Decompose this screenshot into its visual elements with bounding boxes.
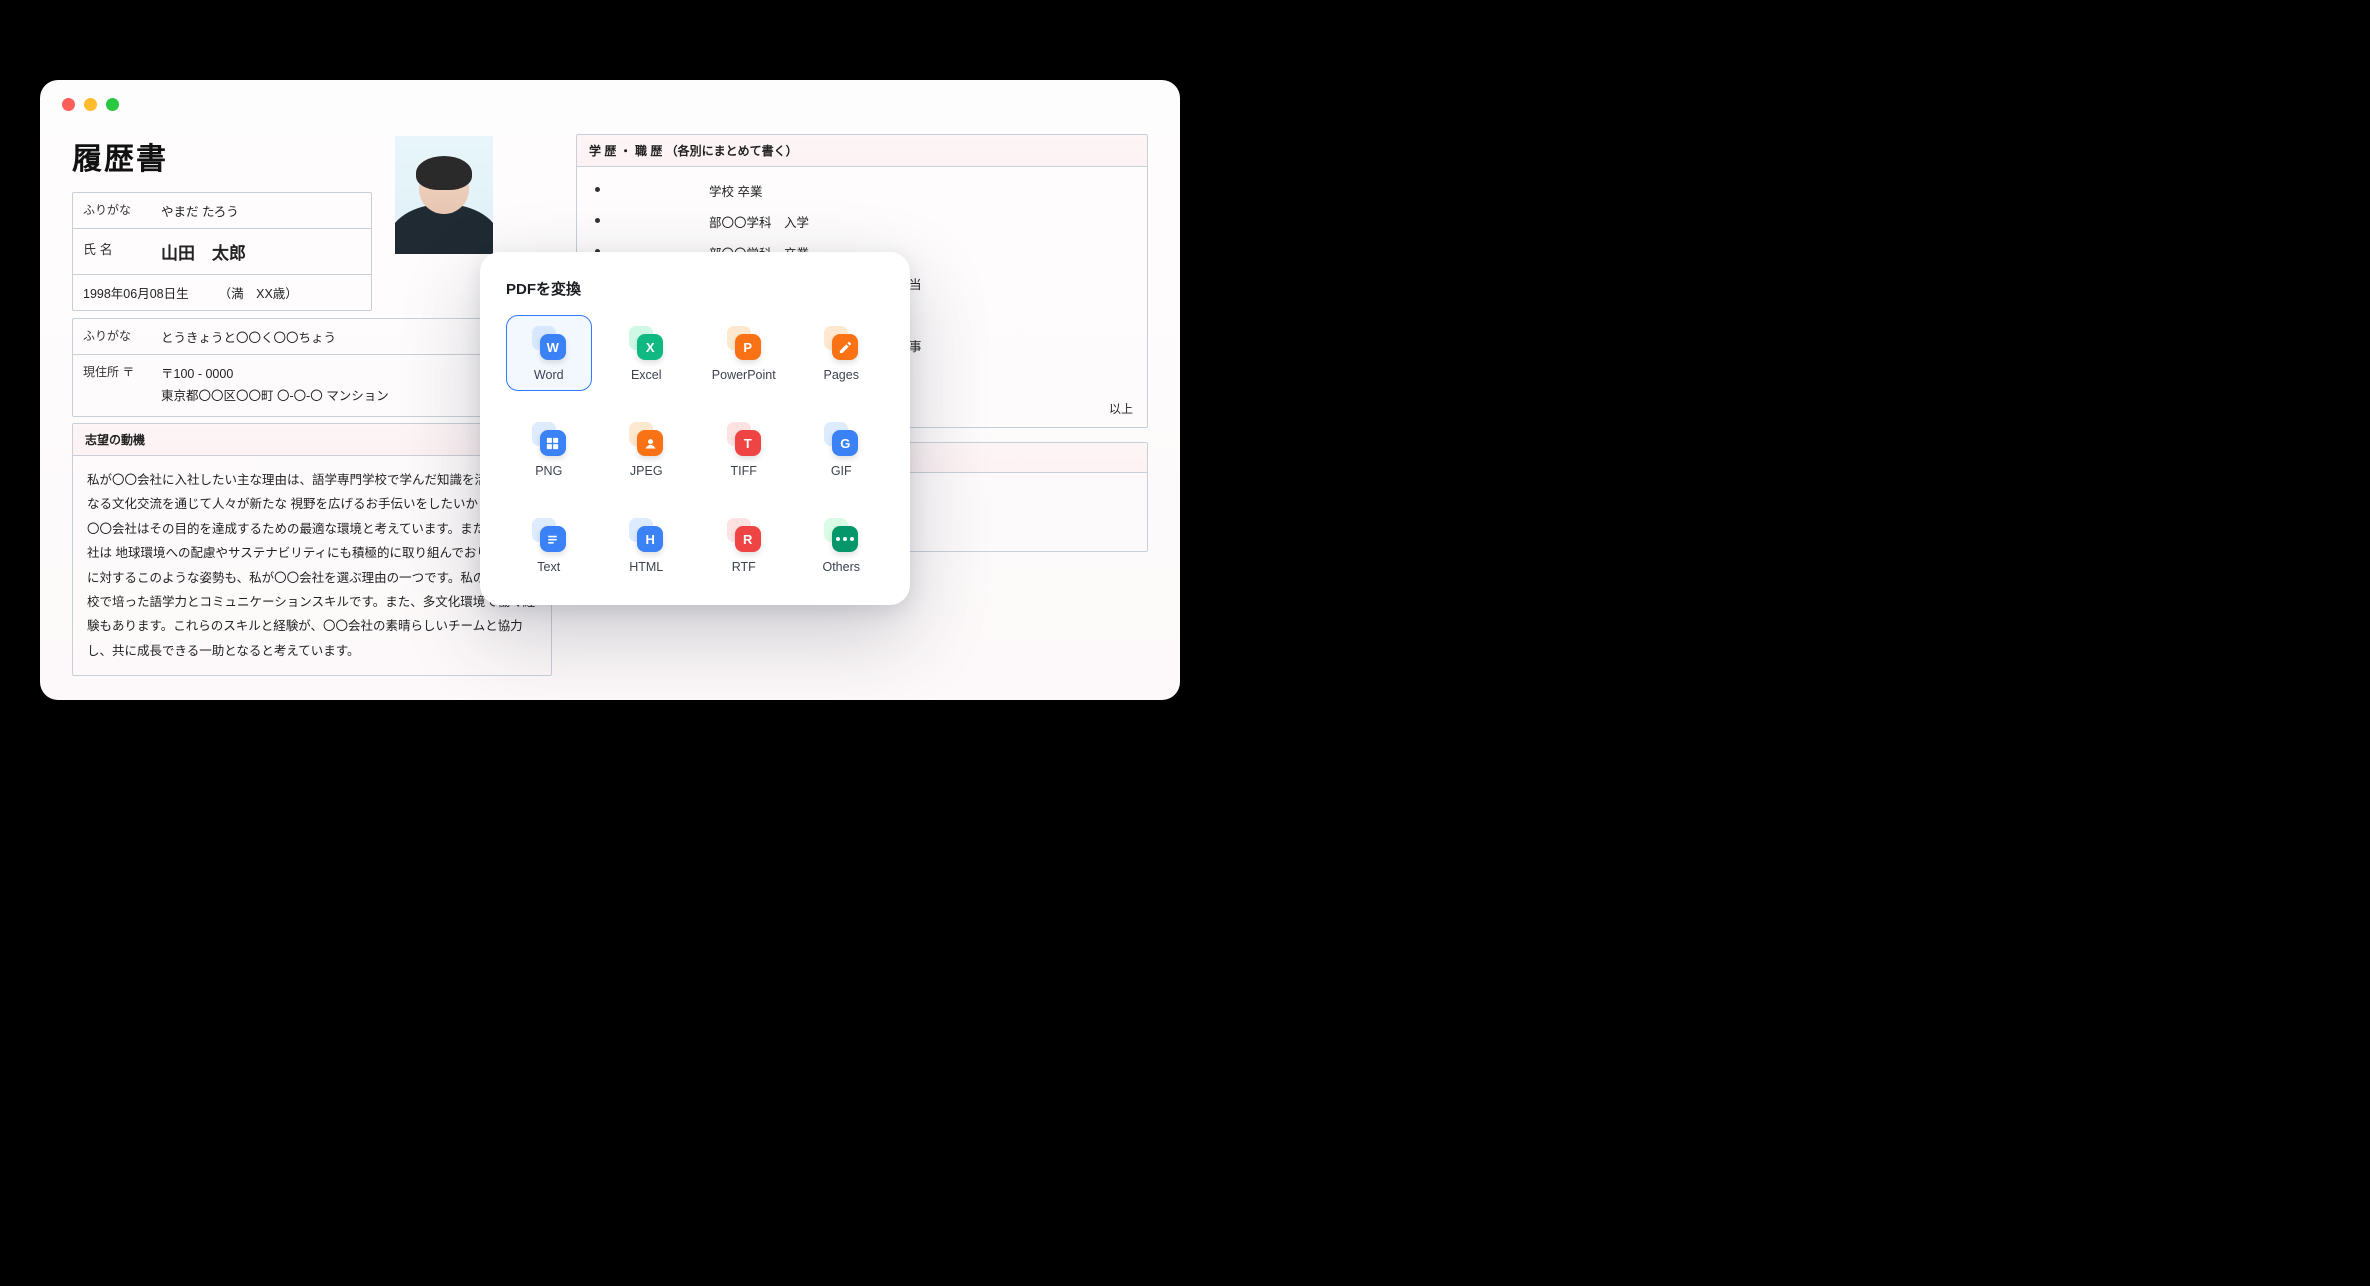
png-icon (532, 422, 566, 456)
name-value: 山田 太郎 (151, 229, 371, 274)
html-icon: H (629, 518, 663, 552)
history-text: 学校 卒業 (709, 181, 1133, 200)
name-block: ふりがな やまだ たろう 氏 名 山田 太郎 1998年06月08日生 （満 X… (72, 192, 372, 311)
convert-option-jpeg[interactable]: JPEG (604, 411, 690, 487)
option-label: PowerPoint (712, 368, 776, 382)
powerpoint-icon: P (727, 326, 761, 360)
birth-date: 1998年06月08日生 (83, 283, 189, 302)
convert-option-png[interactable]: PNG (506, 411, 592, 487)
convert-option-word[interactable]: W Word (506, 315, 592, 391)
option-label: HTML (629, 560, 663, 574)
option-label: JPEG (630, 464, 663, 478)
excel-icon: X (629, 326, 663, 360)
option-label: Excel (631, 368, 662, 382)
convert-option-gif[interactable]: G GIF (799, 411, 885, 487)
word-icon: W (532, 326, 566, 360)
rtf-icon: R (727, 518, 761, 552)
option-label: RTF (732, 560, 756, 574)
jpeg-icon (629, 422, 663, 456)
option-label: Word (534, 368, 564, 382)
convert-option-html[interactable]: H HTML (604, 507, 690, 583)
gif-icon: G (824, 422, 858, 456)
option-label: PNG (535, 464, 562, 478)
convert-option-tiff[interactable]: T TIFF (701, 411, 787, 487)
pages-icon (824, 326, 858, 360)
option-label: Text (537, 560, 560, 574)
page-title: 履歴書 (72, 134, 552, 178)
addr-label: 現住所 〒 (73, 355, 151, 416)
convert-option-pages[interactable]: Pages (799, 315, 885, 391)
furigana-label: ふりがな (73, 193, 151, 228)
convert-popup: PDFを変換 W Word X Excel P PowerPoint Pages… (480, 252, 910, 605)
name-label: 氏 名 (73, 229, 151, 274)
close-icon[interactable] (62, 98, 75, 111)
others-icon (824, 518, 858, 552)
history-item: 部〇〇学科 入学 (591, 206, 1133, 237)
convert-option-powerpoint[interactable]: P PowerPoint (701, 315, 787, 391)
convert-option-rtf[interactable]: R RTF (701, 507, 787, 583)
history-head: 学 歴 ・ 職 歴 （各別にまとめて書く） (577, 135, 1147, 167)
text-icon (532, 518, 566, 552)
history-date (611, 181, 691, 200)
convert-option-text[interactable]: Text (506, 507, 592, 583)
popup-title: PDFを変換 (506, 278, 884, 299)
minimize-icon[interactable] (84, 98, 97, 111)
history-item: 学校 卒業 (591, 175, 1133, 206)
tiff-icon: T (727, 422, 761, 456)
option-label: GIF (831, 464, 852, 478)
history-date (611, 212, 691, 231)
history-text: 部〇〇学科 入学 (709, 212, 1133, 231)
convert-option-others[interactable]: Others (799, 507, 885, 583)
addr-furigana-label: ふりがな (73, 319, 151, 354)
age: （満 XX歳） (219, 283, 298, 302)
maximize-icon[interactable] (106, 98, 119, 111)
option-label: Pages (824, 368, 859, 382)
furigana-value: やまだ たろう (151, 193, 371, 228)
convert-option-excel[interactable]: X Excel (604, 315, 690, 391)
option-label: TIFF (731, 464, 757, 478)
option-label: Others (822, 560, 860, 574)
window-controls (62, 98, 119, 111)
